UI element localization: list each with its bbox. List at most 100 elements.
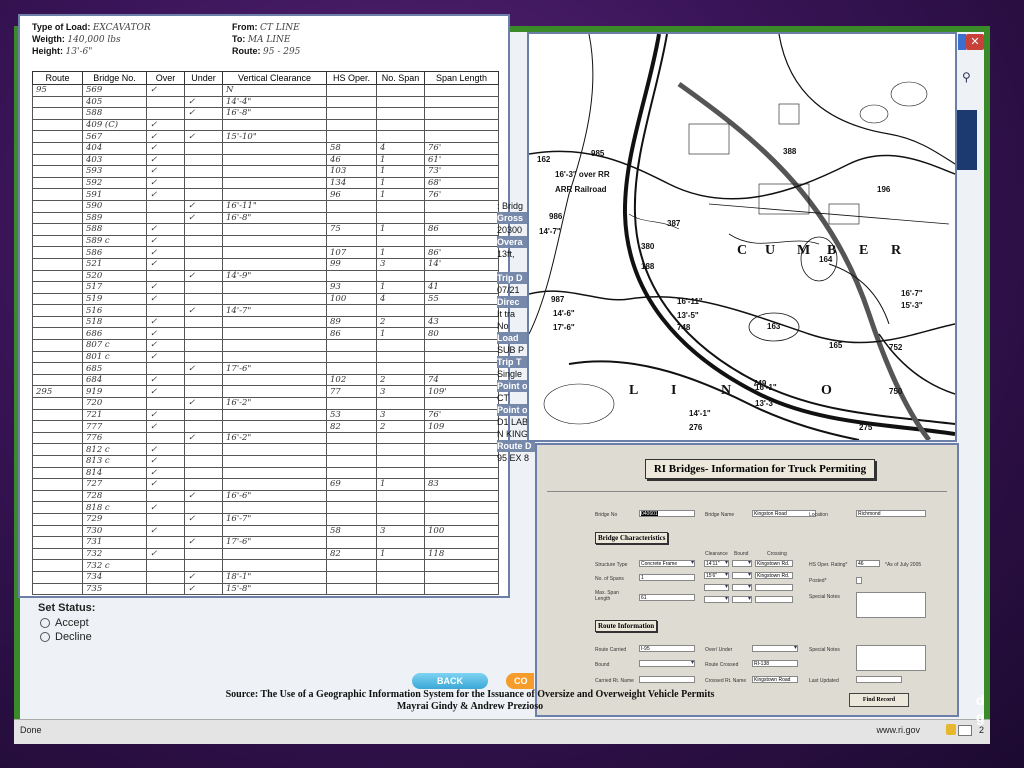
continue-button[interactable]: CO [506, 673, 534, 689]
table-cell: 14' [424, 257, 499, 271]
bridge-characteristics-header: Bridge Characteristics [595, 532, 669, 544]
table-cell [32, 397, 83, 410]
bound1-select[interactable] [732, 560, 752, 567]
table-cell [32, 373, 83, 387]
table-cell: ✓ [146, 339, 185, 352]
crossed-name-field[interactable]: Kingstown Road [752, 676, 798, 683]
table-cell [184, 478, 223, 491]
bridge-no-field[interactable]: 040601 [639, 510, 695, 517]
table-cell: ✓ [146, 176, 185, 190]
route-carried-field[interactable]: I-95 [639, 645, 695, 652]
clearance4-field[interactable] [704, 596, 729, 603]
route-crossed-field[interactable]: RI-138 [752, 660, 798, 667]
table-cell [184, 176, 223, 190]
map-label: 14'-1" [689, 409, 711, 418]
search-icon[interactable]: ⚲ [962, 70, 971, 84]
table-cell [146, 570, 185, 584]
table-cell: 403 [82, 153, 147, 167]
table-cell [424, 339, 499, 352]
crossing1-field[interactable]: Kingstown Rd. [755, 560, 793, 567]
table-cell [32, 489, 83, 503]
back-button[interactable]: BACK [412, 673, 488, 689]
clearance3-field[interactable] [704, 584, 729, 591]
map-label: 387 [667, 219, 681, 228]
table-cell [376, 466, 425, 480]
map-label: 16'-1" [755, 383, 777, 392]
table-cell [424, 570, 499, 584]
table-cell: N [222, 84, 327, 97]
table-cell [184, 339, 223, 352]
table-cell [32, 211, 83, 225]
location-field[interactable]: Richmond [856, 510, 926, 517]
table-cell [146, 512, 185, 526]
table-cell [32, 165, 83, 178]
table-row: 776 ✓ 16'-2" [32, 431, 499, 445]
weight-label: Weigth: [32, 34, 65, 44]
table-cell [222, 373, 327, 387]
table-cell: ✓ [184, 107, 223, 120]
table-cell: 295 [32, 385, 83, 399]
table-cell: 18'-1" [222, 570, 327, 584]
table-cell [184, 188, 223, 201]
route-information-header: Route Information [595, 620, 658, 632]
accept-radio[interactable] [40, 618, 50, 629]
carried-name-field[interactable] [639, 676, 695, 683]
bridge-name-field[interactable]: Kingston Road [752, 510, 816, 517]
max-span-field[interactable]: 61 [639, 594, 695, 601]
crossing3-field[interactable] [755, 584, 793, 591]
map-label: 750 [889, 387, 903, 396]
over-under-select[interactable] [752, 645, 798, 652]
table-cell: 732 [82, 547, 147, 561]
table-row: 729 ✓ 16'-7" [32, 512, 499, 526]
hs-rating-field[interactable]: 46 [856, 560, 880, 567]
posted-checkbox[interactable] [856, 577, 862, 584]
clearance1-field[interactable]: 14'11" [704, 560, 729, 567]
spans-field[interactable]: 1 [639, 574, 695, 581]
decline-label: Decline [55, 631, 92, 643]
map-label: 165 [829, 341, 843, 350]
table-cell [32, 304, 83, 317]
table-cell [222, 408, 327, 422]
mail-icon[interactable] [958, 725, 972, 736]
bridge-name-label: Bridge Name [705, 512, 735, 518]
clearance2-field[interactable]: 15'6" [704, 572, 729, 579]
table-cell [424, 443, 499, 456]
close-icon[interactable]: ✕ [966, 34, 984, 50]
table-cell [222, 327, 327, 341]
lock-icon [946, 724, 956, 735]
table-cell: ✓ [184, 95, 223, 109]
special-notes-field[interactable] [856, 592, 926, 618]
table-cell [376, 512, 425, 526]
table-row: 588 ✓ 75 1 86 [32, 223, 499, 236]
map-label: 380 [641, 242, 655, 251]
bound3-select[interactable] [732, 584, 752, 591]
find-record-button[interactable]: Find Record [849, 693, 909, 707]
bound-select[interactable] [639, 660, 695, 667]
table-cell: ✓ [146, 141, 185, 155]
map-label: 15'-3" [901, 301, 923, 310]
table-row: 735 ✓ 15'-8" [32, 582, 499, 596]
table-cell [326, 455, 377, 468]
structure-type-select[interactable]: Concrete Frame [639, 560, 695, 567]
table-cell: 1 [376, 165, 425, 178]
crossing4-field[interactable] [755, 596, 793, 603]
table-cell [32, 362, 83, 375]
bound4-select[interactable] [732, 596, 752, 603]
map-label: 163 [767, 322, 781, 331]
table-cell [184, 408, 223, 422]
table-cell: 58 [326, 141, 377, 155]
table-cell: ✓ [146, 292, 185, 306]
table-cell: 14'-7" [222, 304, 327, 317]
last-updated-field[interactable] [856, 676, 902, 683]
decline-radio[interactable] [40, 632, 50, 643]
table-cell: 1 [376, 327, 425, 341]
column-header: Over [146, 71, 185, 85]
maximize-icon[interactable] [958, 34, 966, 50]
bound2-select[interactable] [732, 572, 752, 579]
table-cell [184, 385, 223, 399]
map-label: 388 [783, 147, 797, 156]
table-cell [184, 466, 223, 480]
table-row: 95 569 ✓ N [32, 84, 499, 97]
special-notes2-field[interactable] [856, 645, 926, 671]
crossing2-field[interactable]: Kingstown Rd. [755, 572, 793, 579]
